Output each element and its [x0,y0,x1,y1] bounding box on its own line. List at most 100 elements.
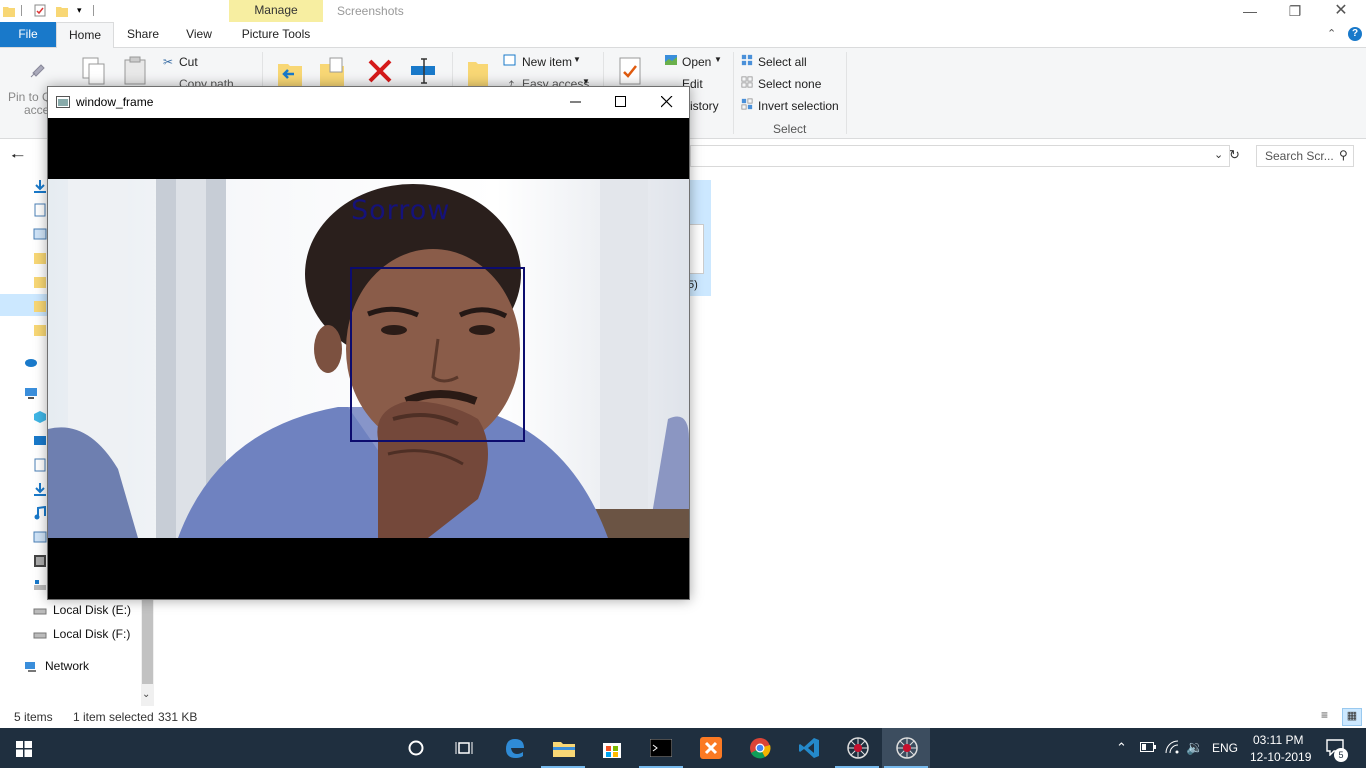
nav-scrollbar-thumb[interactable] [142,598,153,684]
documents-icon[interactable] [33,203,47,217]
rename-icon[interactable] [409,56,439,86]
documents-icon[interactable] [33,458,47,472]
minimize-button[interactable]: — [1227,0,1273,22]
nav-item-network[interactable]: Network [45,659,89,673]
select-all-button[interactable]: Select all [758,55,807,69]
edge-button[interactable] [490,728,538,768]
new-folder-icon[interactable] [56,4,68,17]
opencv-window[interactable]: window_frame Sorrow [47,86,690,600]
new-item-button[interactable]: New item [522,55,572,69]
selected-file-item[interactable]: 5) [688,180,711,296]
nav-item-local-disk-f[interactable]: Local Disk (F:) [53,627,130,641]
pin-icon[interactable] [27,59,49,81]
move-to-icon[interactable] [276,56,304,88]
store-button[interactable] [588,728,636,768]
file-explorer-icon [553,742,575,757]
downloads-icon[interactable] [33,179,47,193]
back-arrow-icon[interactable]: 🠐 [11,146,24,171]
spider-app-active-button[interactable] [882,728,930,768]
search-icon: ⚲ [1339,148,1348,162]
clock-time[interactable]: 03:11 PM [1253,733,1303,747]
history-button[interactable]: istory [690,99,719,113]
cortana-button[interactable] [392,728,440,768]
clock-date[interactable]: 12-10-2019 [1250,750,1311,764]
copy-icon[interactable] [81,56,107,86]
vscode-button[interactable] [784,728,832,768]
cv-maximize-button[interactable] [598,87,644,118]
restore-button[interactable]: ❐ [1272,0,1318,22]
windows-drive-icon[interactable] [33,578,47,592]
manage-context-tab[interactable]: Manage [229,0,323,22]
customize-toolbar-icon[interactable]: ▾ [77,5,87,17]
selection-size: 331 KB [158,710,198,724]
search-input[interactable]: Search Scr... ⚲ [1256,145,1354,167]
3d-objects-icon[interactable] [33,410,47,424]
folder-icon[interactable] [33,275,47,289]
tab-share[interactable]: Share [116,22,170,47]
folder-icon[interactable] [33,251,47,265]
music-icon[interactable] [33,506,47,520]
address-dropdown-icon[interactable]: ⌄ [1214,148,1223,161]
pictures-icon[interactable] [33,530,47,544]
file-explorer-button[interactable] [539,728,587,768]
volume-icon[interactable]: 🔉 [1186,739,1203,756]
action-center-button[interactable]: 5 [1318,728,1366,768]
address-bar[interactable]: ⌄ [690,145,1230,167]
properties-icon[interactable] [34,4,46,17]
select-none-button[interactable]: Select none [758,77,821,91]
this-pc-icon[interactable] [24,386,38,400]
nav-item-local-disk-e[interactable]: Local Disk (E:) [53,603,131,617]
wifi-icon[interactable] [1164,739,1180,755]
status-bar: 5 items 1 item selected 331 KB ≡ ▦ [0,706,1366,728]
scroll-down-icon[interactable]: ⌄ [142,689,150,700]
start-button[interactable] [0,728,48,768]
xampp-button[interactable] [686,728,734,768]
tab-picture-tools[interactable]: Picture Tools [229,22,323,47]
open-button[interactable]: Open [682,55,711,69]
window-title: Screenshots [337,4,404,18]
downloads-icon[interactable] [33,482,47,496]
cut-button[interactable]: Cut [179,55,198,69]
invert-selection-button[interactable]: Invert selection [758,99,839,113]
paste-icon[interactable] [122,56,148,86]
select-all-icon [741,54,753,66]
network-icon[interactable] [24,659,38,673]
copy-to-icon[interactable] [318,56,346,88]
face-bounding-box [350,267,525,442]
webcam-photo: Sorrow [48,179,689,538]
language-indicator[interactable]: ENG [1212,741,1238,755]
drive-icon[interactable] [33,603,47,617]
separator [93,5,94,16]
properties-large-icon[interactable] [618,56,642,86]
tab-view[interactable]: View [174,22,224,47]
select-group-label: Select [773,122,807,136]
task-view-button[interactable] [440,728,488,768]
invert-selection-icon [741,98,753,110]
battery-icon[interactable] [1140,742,1156,753]
spider-app-button[interactable] [833,728,881,768]
drive-icon[interactable] [33,627,47,641]
onedrive-icon[interactable] [24,355,38,369]
emotion-label: Sorrow [351,195,451,226]
close-button[interactable]: ✕ [1318,0,1364,22]
collapse-ribbon-icon[interactable]: ⌃ [1327,27,1336,40]
tab-file[interactable]: File [0,22,56,47]
tab-home[interactable]: Home [56,22,114,48]
cv-title-bar[interactable]: window_frame [48,87,689,118]
folder-icon[interactable] [33,323,47,337]
details-view-icon[interactable]: ≡ [1321,708,1337,722]
refresh-icon[interactable]: ↻ [1229,147,1240,163]
videos-icon[interactable] [33,554,47,568]
large-icons-view-icon[interactable]: ▦ [1342,708,1362,726]
chrome-button[interactable] [735,728,783,768]
delete-icon[interactable] [366,57,394,85]
folder-icon[interactable] [33,299,47,313]
cv-minimize-button[interactable] [552,87,598,118]
pictures-icon[interactable] [33,227,47,241]
new-folder-large-icon[interactable] [466,56,490,88]
cv-close-button[interactable] [643,87,689,118]
tray-chevron-up-icon[interactable]: ⌃ [1116,740,1127,756]
desktop-icon[interactable] [33,434,47,448]
terminal-button[interactable] [637,728,685,768]
help-icon[interactable]: ? [1348,27,1362,41]
